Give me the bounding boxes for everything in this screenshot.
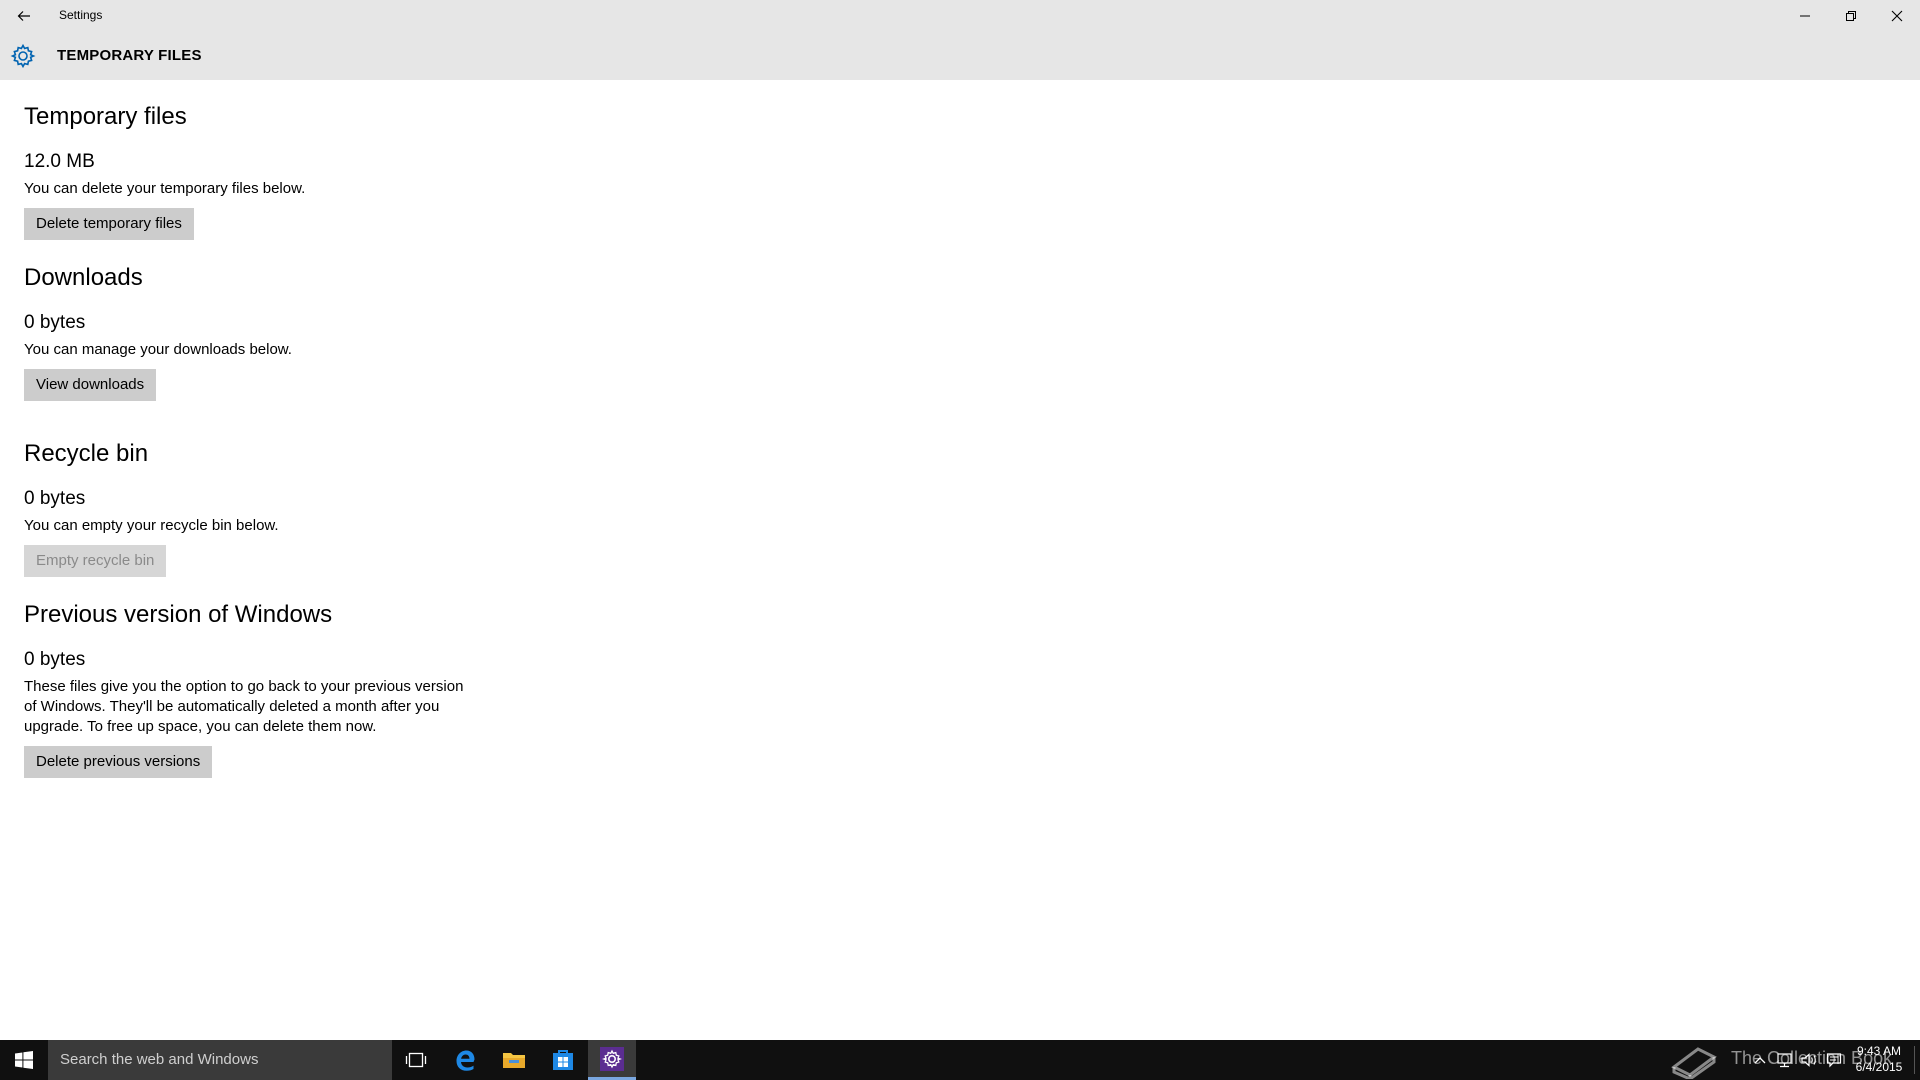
section-size: 0 bytes: [24, 312, 86, 333]
network-icon: [1777, 1053, 1792, 1068]
show-hidden-icons-button[interactable]: [1750, 1040, 1770, 1080]
delete-previous-versions-button[interactable]: Delete previous versions: [24, 746, 213, 778]
close-button[interactable]: [1874, 0, 1920, 32]
edge-icon: [456, 1050, 475, 1071]
store-icon: [553, 1050, 573, 1070]
minimize-button[interactable]: [1782, 0, 1828, 32]
clock-time: 9:43 AM: [1856, 1044, 1902, 1058]
section-title: Recycle bin: [24, 440, 149, 467]
section-description: You can empty your recycle bin below.: [24, 517, 279, 534]
delete-temporary-files-button[interactable]: Delete temporary files: [24, 208, 194, 240]
section-temporary-files: Temporary files 12.0 MB You can delete y…: [24, 102, 544, 240]
settings-gear-icon: [10, 43, 36, 69]
title-bar: Settings: [0, 0, 1920, 32]
page-header: TEMPORARY FILES: [0, 32, 1920, 80]
file-explorer-icon: [503, 1053, 525, 1068]
store-button[interactable]: [539, 1040, 587, 1080]
volume-icon: [1801, 1053, 1816, 1067]
section-recycle-bin: Recycle bin 0 bytes You can empty your r…: [24, 439, 544, 577]
section-description: You can delete your temporary files belo…: [24, 180, 306, 197]
start-button[interactable]: [0, 1040, 48, 1080]
network-button[interactable]: [1772, 1040, 1796, 1080]
section-title: Downloads: [24, 264, 143, 291]
back-button[interactable]: [0, 0, 48, 32]
section-size: 12.0 MB: [24, 151, 95, 172]
taskbar-search-box[interactable]: Search the web and Windows: [48, 1040, 392, 1080]
section-downloads: Downloads 0 bytes You can manage your do…: [24, 263, 544, 401]
taskbar: Search the web and Windows The Collectio…: [0, 1040, 1920, 1080]
restore-button[interactable]: [1828, 0, 1874, 32]
page-title: TEMPORARY FILES: [57, 47, 202, 64]
back-arrow-icon: [17, 11, 30, 21]
section-size: 0 bytes: [24, 488, 86, 509]
show-desktop-divider[interactable]: [1914, 1046, 1915, 1074]
settings-taskbar-button[interactable]: [588, 1040, 636, 1080]
search-placeholder: Search the web and Windows: [60, 1051, 259, 1068]
task-view-button[interactable]: [392, 1040, 440, 1080]
section-description: These files give you the option to go ba…: [24, 678, 464, 735]
empty-recycle-bin-button[interactable]: Empty recycle bin: [24, 545, 167, 577]
task-view-icon: [405, 1052, 427, 1068]
settings-icon: [600, 1046, 624, 1071]
action-center-button[interactable]: [1822, 1040, 1846, 1080]
edge-button[interactable]: [441, 1040, 489, 1080]
section-size: 0 bytes: [24, 649, 86, 670]
system-clock[interactable]: 9:43 AM 6/4/2015: [1848, 1043, 1910, 1075]
close-icon: [1891, 10, 1903, 22]
view-downloads-button[interactable]: View downloads: [24, 369, 157, 401]
clock-date: 6/4/2015: [1855, 1060, 1903, 1074]
section-previous-windows: Previous version of Windows 0 bytes Thes…: [24, 600, 544, 778]
section-title: Previous version of Windows: [24, 601, 333, 628]
chevron-up-icon: [1754, 1057, 1766, 1064]
file-explorer-button[interactable]: [490, 1040, 538, 1080]
restore-icon: [1846, 11, 1856, 21]
book-watermark-icon: [1671, 1047, 1717, 1079]
window-title: Settings: [59, 8, 103, 22]
section-title: Temporary files: [24, 103, 187, 130]
notification-icon: [1826, 1053, 1842, 1068]
windows-logo-icon: [15, 1051, 33, 1069]
section-description: You can manage your downloads below.: [24, 341, 292, 358]
minimize-icon: [1800, 15, 1810, 17]
volume-button[interactable]: [1797, 1040, 1821, 1080]
